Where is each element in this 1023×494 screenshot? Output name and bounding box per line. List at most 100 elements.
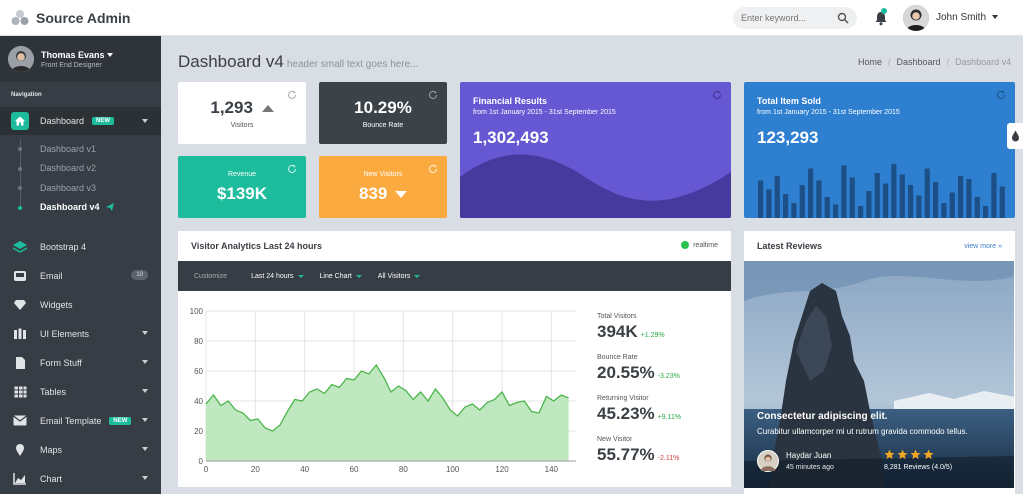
sidebar-item-maps[interactable]: Maps: [0, 435, 161, 464]
y-tick-label: 100: [190, 307, 204, 316]
x-tick-label: 120: [495, 465, 509, 474]
rating-stars: [884, 449, 934, 460]
sidebar-item-form-stuff[interactable]: Form Stuff: [0, 348, 161, 377]
nav-heading: Navigation: [11, 92, 42, 98]
realtime-indicator: realtime: [681, 241, 718, 249]
top-bar: Source Admin John Smith: [0, 0, 1023, 36]
sold-bar: [908, 185, 914, 218]
submenu-item-dashboard-v1[interactable]: Dashboard v1: [0, 139, 161, 159]
chevron-down-icon: [142, 447, 148, 451]
financial-results-card: Financial Results from 1st January 2015 …: [460, 82, 731, 218]
refresh-icon[interactable]: [996, 90, 1006, 100]
sidebar-item-email-template[interactable]: Email Template NEW: [0, 406, 161, 435]
metric-returning-visitor: Returning Visitor 45.23% +9.11%: [597, 395, 681, 424]
review-headline: Consectetur adipiscing elit.: [757, 411, 888, 422]
sold-bar: [808, 168, 814, 218]
x-tick-label: 40: [300, 465, 309, 474]
submenu-item-label: Dashboard v2: [40, 163, 97, 174]
star-icon: [897, 449, 908, 460]
search-icon[interactable]: [837, 12, 849, 24]
chart-icon: [11, 470, 29, 488]
metric-value: 55.77% -2.11%: [597, 445, 680, 464]
x-tick-label: 0: [204, 465, 209, 474]
status-dot: [681, 241, 690, 249]
paper-plane-icon: [105, 203, 114, 212]
sidebar-item-dashboard[interactable]: Dashboard NEW: [0, 107, 161, 135]
theme-switcher-tab[interactable]: [1007, 123, 1023, 149]
sold-bar: [816, 180, 822, 218]
view-more-link[interactable]: view more »: [964, 243, 1002, 250]
analytics-title: Visitor Analytics Last 24 hours: [191, 241, 323, 251]
submenu-item-dashboard-v2[interactable]: Dashboard v2: [0, 159, 161, 179]
sidebar-item-ui-elements[interactable]: UI Elements: [0, 319, 161, 348]
sold-bar: [974, 197, 980, 218]
sidebar-item-label: Maps: [40, 444, 63, 455]
sold-bar: [824, 197, 830, 218]
chevron-down-icon: [414, 274, 421, 278]
sold-bar: [983, 206, 989, 218]
visitors-label: Visitors: [230, 122, 254, 129]
revenue-value: $139K: [216, 184, 268, 203]
sidebar-item-widgets[interactable]: Widgets: [0, 290, 161, 319]
bounce-rate-value: 10.29%: [354, 98, 412, 117]
visitor-analytics-panel: Visitor Analytics Last 24 hours realtime…: [178, 231, 731, 487]
sidebar-item-label: Email: [40, 270, 63, 281]
submenu-item-label: Dashboard v3: [40, 182, 97, 193]
search-input[interactable]: [741, 13, 833, 23]
header-user-name: John Smith: [936, 12, 987, 23]
refresh-icon[interactable]: [712, 90, 722, 100]
chart-type-label: Line Chart: [319, 272, 352, 280]
financial-range: from 1st January 2015 - 31st September 2…: [473, 109, 616, 116]
envelope-icon: [11, 412, 29, 430]
header-user-menu[interactable]: John Smith: [936, 12, 998, 23]
sold-bar: [783, 194, 789, 218]
chevron-down-icon: [297, 274, 304, 278]
brand-logo-icon: [11, 10, 29, 25]
brand[interactable]: Source Admin: [10, 8, 130, 28]
sidebar-item-tables[interactable]: Tables: [0, 377, 161, 406]
sidebar-item-email[interactable]: Email 10: [0, 261, 161, 290]
revenue-card: Revenue $139K: [178, 156, 306, 218]
search-box[interactable]: [733, 7, 857, 29]
x-tick-label: 20: [251, 465, 260, 474]
items-sold-value: 123,293: [757, 128, 819, 147]
breadcrumb-separator: /: [946, 57, 950, 67]
breadcrumb-current: Dashboard v4: [955, 57, 1012, 67]
sold-bar: [891, 164, 897, 218]
customize-button[interactable]: Customize: [194, 273, 227, 280]
map-marker-icon: [11, 441, 29, 459]
submenu-item-dashboard-v3[interactable]: Dashboard v3: [0, 178, 161, 198]
breadcrumb-dashboard[interactable]: Dashboard: [897, 57, 941, 67]
file-icon: [11, 354, 29, 372]
new-visitors-value: 839: [319, 184, 447, 204]
sidebar: Thomas Evans Front End Designer Navigati…: [0, 36, 161, 494]
page-subtitle: header small text goes here...: [286, 59, 419, 70]
sold-bar: [949, 192, 955, 218]
reviews-title: Latest Reviews: [757, 241, 823, 251]
sold-bar: [924, 168, 930, 218]
sold-bar: [966, 179, 972, 218]
sold-bar: [999, 186, 1005, 218]
sold-bar: [958, 176, 964, 218]
breadcrumb-home[interactable]: Home: [858, 57, 882, 67]
sold-bar: [858, 206, 864, 218]
notification-dot: [881, 8, 887, 14]
star-icon: [923, 449, 934, 460]
submenu-item-dashboard-v4[interactable]: Dashboard v4: [0, 198, 161, 218]
sold-bar: [766, 189, 772, 218]
metric-change: -2.11%: [657, 455, 680, 462]
items-sold-range: from 1st January 2015 - 31st September 2…: [757, 109, 900, 116]
sidebar-item-bootstrap[interactable]: Bootstrap 4: [0, 232, 161, 261]
header-avatar[interactable]: [903, 5, 929, 31]
chevron-down-icon: [142, 331, 148, 335]
sidebar-item-chart[interactable]: Chart: [0, 464, 161, 493]
new-badge: NEW: [92, 117, 115, 125]
chevron-down-icon: [142, 119, 148, 123]
period-dropdown[interactable]: Last 24 hours: [251, 273, 304, 280]
audience-dropdown[interactable]: All Visitors: [378, 273, 421, 280]
sidebar-item-label: Widgets: [40, 299, 73, 310]
sidebar-item-label: Dashboard: [40, 116, 85, 126]
sidebar-user[interactable]: Thomas Evans Front End Designer: [0, 36, 161, 82]
chart-type-dropdown[interactable]: Line Chart: [320, 273, 362, 280]
metric-total-visitors: Total Visitors 394K +1.29%: [597, 313, 665, 342]
